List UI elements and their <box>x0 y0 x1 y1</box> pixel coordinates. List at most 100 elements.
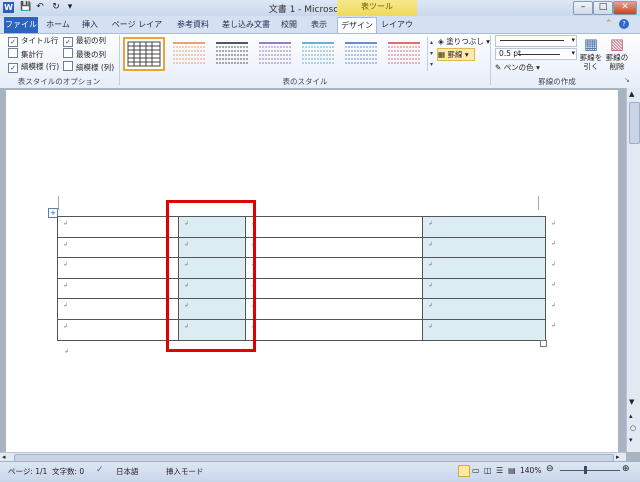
draft-view-icon[interactable]: ▤ <box>508 466 516 475</box>
scroll-left-icon[interactable]: ◂ <box>2 453 6 461</box>
border-icon: ▦ <box>438 50 446 59</box>
table-cell[interactable]: ↲ <box>57 298 179 320</box>
table-cell[interactable]: ↲ <box>422 236 546 259</box>
table-style-swatch[interactable] <box>385 38 421 68</box>
tab-mailings[interactable]: 差し込み文書 <box>220 17 272 33</box>
tab-references[interactable]: 参考資料 <box>172 17 214 33</box>
zoom-slider-thumb[interactable] <box>584 466 587 474</box>
table-cell[interactable]: ↲ <box>245 318 423 341</box>
tab-review[interactable]: 校閲 <box>278 17 300 33</box>
table-cell[interactable]: ↲ <box>245 216 423 238</box>
pen-color-button[interactable]: ✎ ペンの色 ▾ <box>495 62 540 73</box>
paragraph-mark: ↲ <box>428 302 434 310</box>
scroll-thumb[interactable] <box>629 102 640 144</box>
tab-design[interactable]: デザイン <box>337 17 377 34</box>
minimize-ribbon-icon[interactable]: ⌃ <box>605 19 613 29</box>
vertical-scrollbar[interactable]: ▲ ▼ ▴ ○ ▾ <box>626 88 640 452</box>
table-style-swatch[interactable] <box>170 38 206 68</box>
table-cell[interactable]: ↲ <box>245 257 423 279</box>
print-layout-view-icon[interactable] <box>458 465 470 477</box>
banded-columns-checkbox[interactable]: 縞模様 (列) <box>63 61 114 73</box>
zoom-out-icon[interactable]: ⊖ <box>546 464 554 474</box>
previous-page-icon[interactable]: ▴ <box>629 412 633 420</box>
grid-style-icon <box>216 42 248 64</box>
tab-view[interactable]: 表示 <box>306 17 332 33</box>
table-cell[interactable]: ↲ <box>245 236 423 259</box>
paragraph-mark: ↲ <box>551 240 557 248</box>
table-cell[interactable]: ↲ <box>57 216 179 238</box>
table-cell[interactable]: ↲ <box>422 216 546 238</box>
word-table[interactable]: ↲ ↲ ↲ ↲ ↲ ↲ ↲ ↲ ↲ ↲ ↲ ↲ ↲ ↲ ↲ ↲ ↲ ↲ ↲ ↲ ↲ ↲ ↲ ↲ ↲ ↲ ↲ ↲ ↲ ↲ <box>57 216 557 341</box>
table-cell[interactable]: ↲ <box>422 277 546 300</box>
grid-style-icon <box>173 42 205 64</box>
total-row-checkbox[interactable]: 集計行 <box>8 48 44 60</box>
language-indicator[interactable]: 日本語 <box>116 466 139 477</box>
dialog-launcher-icon[interactable]: ↘ <box>624 76 630 84</box>
tab-layout[interactable]: レイアウト <box>378 17 416 44</box>
table-style-swatch[interactable] <box>342 38 378 68</box>
browse-object-icon[interactable]: ○ <box>630 424 636 432</box>
header-row-checkbox[interactable]: ✓ タイトル行 <box>8 35 59 47</box>
full-screen-view-icon[interactable]: ▭ <box>472 466 480 475</box>
paragraph-mark: ↲ <box>551 301 557 309</box>
grid-style-icon <box>345 42 377 64</box>
tab-page-layout[interactable]: ページ レイアウト <box>108 17 166 44</box>
eraser-button[interactable]: ▧ 罫線の 削除 <box>604 36 630 72</box>
scroll-up-icon[interactable]: ▲ <box>629 90 634 98</box>
table-cell[interactable]: ↲ <box>422 318 546 341</box>
table-style-swatch[interactable] <box>123 37 165 71</box>
first-column-checkbox[interactable]: ✓ 最初の列 <box>63 35 106 47</box>
paragraph-mark: ↲ <box>428 261 434 269</box>
tab-file[interactable]: ファイル <box>4 17 38 33</box>
proofing-icon[interactable]: ✓ <box>96 465 104 475</box>
minimize-button[interactable]: – <box>573 1 593 15</box>
zoom-in-icon[interactable]: ⊕ <box>622 464 630 474</box>
paragraph-mark: ↲ <box>251 261 257 269</box>
paragraph-mark: ↲ <box>428 322 434 330</box>
grid-style-icon <box>388 42 420 64</box>
banded-rows-checkbox[interactable]: ✓ 縞模様 (行) <box>8 61 59 73</box>
word-count[interactable]: 文字数: 0 <box>52 466 84 477</box>
table-cell[interactable]: ↲ <box>57 236 179 259</box>
scroll-down-icon[interactable]: ▼ <box>629 398 634 406</box>
table-cell[interactable]: ↲ <box>57 257 179 279</box>
table-style-swatch[interactable] <box>256 38 292 68</box>
gallery-scroll-icon[interactable]: ▴ ▾ ▾ <box>427 37 435 71</box>
highlight-rectangle <box>166 200 256 352</box>
tab-insert[interactable]: 挿入 <box>78 17 102 33</box>
table-cell[interactable]: ↲ <box>422 257 546 279</box>
outline-view-icon[interactable]: ☰ <box>496 466 503 475</box>
help-icon[interactable]: ? <box>619 19 629 29</box>
table-cell[interactable]: ↲ <box>245 277 423 300</box>
zoom-slider[interactable] <box>560 470 620 471</box>
tab-home[interactable]: ホーム <box>42 17 74 33</box>
grid-style-icon <box>302 42 334 64</box>
insert-mode-indicator[interactable]: 挿入モード <box>166 466 204 477</box>
table-cell[interactable]: ↲ <box>57 318 179 341</box>
paragraph-mark: ↲ <box>251 220 257 227</box>
draw-borders-label: 罫線の作成 <box>538 77 576 86</box>
table-style-swatch[interactable] <box>213 38 249 68</box>
next-page-icon[interactable]: ▾ <box>629 436 633 444</box>
page-count[interactable]: ページ: 1/1 <box>8 466 47 477</box>
borders-button[interactable]: ▦ 罫線 ▾ <box>437 48 475 61</box>
pen-weight-dropdown[interactable]: 0.5 pt ▾ <box>495 48 577 60</box>
last-column-checkbox[interactable]: 最後の列 <box>63 48 106 60</box>
table-cell[interactable]: ↲ <box>245 298 423 320</box>
web-layout-view-icon[interactable]: ◫ <box>484 466 492 475</box>
shading-button[interactable]: ◈ 塗りつぶし ▾ <box>438 36 490 47</box>
table-resize-handle[interactable] <box>540 340 547 347</box>
table-style-swatch[interactable] <box>299 38 335 68</box>
table-cell[interactable]: ↲ <box>422 298 546 320</box>
table-styles-label: 表のスタイル <box>282 77 328 86</box>
scroll-right-icon[interactable]: ▸ <box>616 453 620 461</box>
zoom-level[interactable]: 140% <box>520 466 541 475</box>
close-button[interactable]: ✕ <box>613 1 637 15</box>
pen-icon: ✎ <box>495 63 502 72</box>
line-style-dropdown[interactable]: ▾ <box>495 35 577 47</box>
maximize-button[interactable]: □ <box>593 1 613 15</box>
draw-table-button[interactable]: ▦ 罫線を 引く <box>578 36 604 72</box>
table-cell[interactable]: ↲ <box>57 277 179 300</box>
group-separator <box>490 35 491 85</box>
table-style-options-label: 表スタイルのオプション <box>17 77 101 86</box>
